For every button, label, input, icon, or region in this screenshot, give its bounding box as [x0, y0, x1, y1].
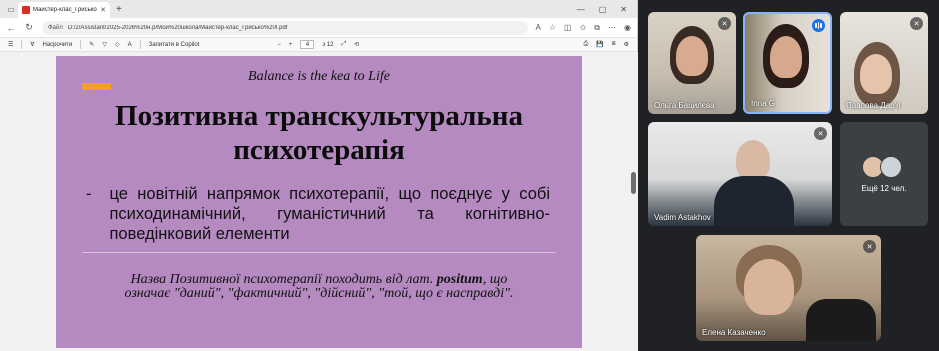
- more-participants-label: Ещё 12 чел.: [861, 184, 907, 193]
- tab-title: Майстер-клас_Грисько І.pdf: [33, 7, 97, 13]
- mic-off-icon: ✕: [718, 17, 731, 30]
- note-bold: positum: [436, 272, 483, 287]
- minimize-icon[interactable]: —: [577, 5, 585, 14]
- video-tile[interactable]: ✕ Елена Казаченко: [696, 235, 881, 341]
- read-mode-icon[interactable]: A: [536, 23, 541, 33]
- bullet-dash: -: [86, 185, 92, 203]
- mic-off-icon: ✕: [814, 127, 827, 140]
- page-number-input[interactable]: 4: [300, 40, 315, 49]
- tab-bar: ▭ Майстер-клас_Грисько І.pdf ✕ + — ▢ ✕: [0, 0, 637, 18]
- pdf-icon: [22, 6, 30, 14]
- highlight-icon[interactable]: ▽: [102, 41, 107, 48]
- video-tile-active[interactable]: Inna G: [743, 12, 832, 114]
- address-icons: A ☆ ◫ ✩ ⧉ ⋯ ◉: [536, 23, 631, 33]
- video-tile[interactable]: ✕ Ольга Бацилєва: [648, 12, 736, 114]
- ask-copilot-button[interactable]: Запитати в Copilot: [149, 42, 200, 48]
- copilot-icon[interactable]: ◉: [624, 23, 631, 33]
- reload-icon[interactable]: ↻: [24, 22, 34, 33]
- new-tab-button[interactable]: +: [116, 4, 122, 15]
- slide: Balance is the kea to Life Позитивна тра…: [56, 56, 582, 348]
- participant-face: [860, 54, 892, 94]
- save-icon[interactable]: 💾: [596, 41, 603, 48]
- participant-face: [736, 140, 770, 180]
- tab-pdf[interactable]: Майстер-клас_Грисько І.pdf ✕: [18, 2, 110, 18]
- participant-name: Vadim Astakhov: [654, 213, 711, 222]
- split-screen-icon[interactable]: ◫: [564, 23, 572, 33]
- slide-note: Назва Позитивної психотерапії походить в…: [116, 273, 522, 301]
- save-as-icon[interactable]: ⧈: [612, 41, 616, 48]
- address-bar-row: ← ↻ Файл D:/2/Assistant/2025-2026%20н.р/…: [0, 18, 637, 38]
- zoom-out-icon[interactable]: −: [277, 42, 281, 48]
- pdf-toolbar: ☰ ∀ Насрочити ✎ ▽ ◇ A Запитати в Copilot…: [0, 38, 637, 52]
- settings-icon[interactable]: ⚙: [624, 41, 629, 48]
- participant-name: Ольга Бацилєва: [654, 101, 715, 110]
- tab-actions-icon[interactable]: ▭: [4, 2, 18, 16]
- avatar-group: [862, 156, 902, 178]
- window-controls: — ▢ ✕: [577, 5, 637, 14]
- close-window-icon[interactable]: ✕: [620, 5, 627, 14]
- filter-icon[interactable]: ∀: [30, 41, 34, 48]
- collections-icon[interactable]: ⧉: [594, 23, 600, 33]
- back-icon[interactable]: ←: [6, 23, 16, 33]
- participant-clothing: [806, 299, 876, 341]
- mic-off-icon: ✕: [863, 240, 876, 253]
- note-prefix: Назва Позитивної психотерапії походить в…: [130, 272, 434, 287]
- scrollbar[interactable]: [631, 172, 636, 194]
- avatar: [880, 156, 902, 178]
- divider: [82, 252, 556, 253]
- separator: [21, 40, 23, 49]
- draw-icon[interactable]: ✎: [89, 41, 94, 48]
- slide-subtitle: Balance is the kea to Life: [248, 69, 390, 84]
- participant-name: Павлова Дар'я: [846, 101, 901, 110]
- address-bar[interactable]: Файл D:/2/Assistant/2025-2026%20н.р/Мой%…: [42, 20, 528, 35]
- page-total: з 12: [322, 41, 334, 48]
- participant-face: [676, 36, 708, 76]
- participant-face: [770, 36, 802, 78]
- browser-window: ▭ Майстер-клас_Грисько І.pdf ✕ + — ▢ ✕ ←…: [0, 0, 638, 351]
- favorites-icon[interactable]: ✩: [580, 23, 587, 33]
- more-participants-tile[interactable]: Ещё 12 чел.: [840, 122, 928, 226]
- participant-face: [744, 259, 794, 315]
- screen: ▭ Майстер-клас_Грисько І.pdf ✕ + — ▢ ✕ ←…: [0, 0, 939, 351]
- url-text: D:/2/Assistant/2025-2026%20н.р/Мой%20шко…: [67, 24, 288, 31]
- url-scheme: Файл: [48, 24, 63, 31]
- extensions-icon[interactable]: ⋯: [608, 23, 616, 33]
- text-icon[interactable]: A: [128, 42, 132, 48]
- pdf-toolbar-right: ⎙ 💾 ⧈ ⚙: [583, 41, 629, 48]
- pdf-viewer[interactable]: Balance is the kea to Life Позитивна тра…: [0, 52, 638, 351]
- slide-bullet: - це новітній напрямок психотерапії, що …: [86, 184, 550, 244]
- participant-name: Inna G: [751, 99, 776, 108]
- favorite-icon[interactable]: ☆: [549, 23, 556, 33]
- erase-icon[interactable]: ◇: [115, 41, 120, 48]
- separator: [139, 40, 141, 49]
- maximize-icon[interactable]: ▢: [599, 5, 607, 14]
- contents-icon[interactable]: ☰: [8, 41, 13, 48]
- video-tile[interactable]: ✕ Vadim Astakhov: [648, 122, 832, 226]
- separator: [80, 40, 82, 49]
- slide-title: Позитивна транскультуральна психотерапія: [115, 100, 523, 166]
- print-icon[interactable]: ⎙: [583, 41, 588, 48]
- bullet-text: це новітній напрямок психотерапії, що по…: [109, 185, 551, 243]
- participant-name: Елена Казаченко: [702, 328, 766, 337]
- rotate-icon[interactable]: ⟲: [354, 41, 359, 48]
- speaking-icon: [812, 19, 825, 32]
- close-tab-icon[interactable]: ✕: [100, 6, 106, 14]
- mic-off-icon: ✕: [910, 17, 923, 30]
- participant-video: [714, 176, 794, 226]
- video-tile[interactable]: ✕ Павлова Дар'я: [840, 12, 928, 114]
- zoom-in-icon[interactable]: +: [289, 42, 293, 48]
- read-aloud-button[interactable]: Насрочити: [43, 42, 73, 48]
- fit-page-icon[interactable]: ⤢: [341, 41, 346, 48]
